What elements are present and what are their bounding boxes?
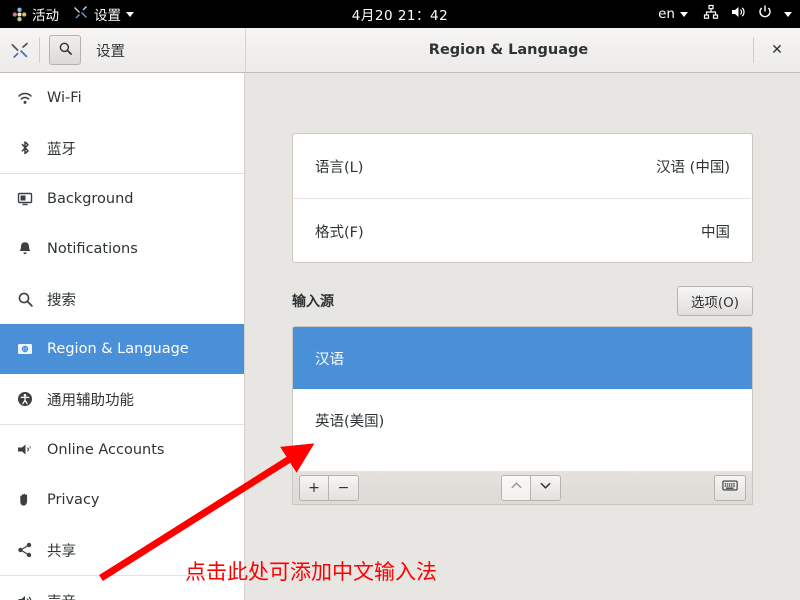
sidebar-item-background[interactable]: Background [0,174,244,224]
sidebar-item-label: Online Accounts [47,442,165,458]
accessibility-icon [14,389,36,409]
format-row[interactable]: 格式(F) 中国 [293,199,752,263]
tools-icon [10,40,30,60]
format-row-label: 格式(F) [315,224,364,241]
volume-icon[interactable] [730,4,746,24]
topbar-right-group: en [654,4,792,24]
input-sources-title: 输入源 [292,294,334,310]
sidebar-title: 设置 [96,43,125,60]
tools-icon [73,4,89,24]
wifi-icon [14,88,36,108]
gnome-logo-icon [12,7,27,22]
settings-window: 设置 Region & Language ✕ Wi-Fi 蓝牙 Backgrou… [0,28,800,600]
sidebar-item-privacy[interactable]: Privacy [0,475,244,525]
activities-label: 活动 [32,8,59,24]
sidebar-item-label: 声音 [47,591,76,600]
sidebar-item-label: 搜索 [47,292,76,309]
sidebar-item-label: Background [47,191,134,207]
topbar-left-group: 活动 设置 [0,4,138,24]
add-remove-group: + − [299,474,359,501]
search-icon [14,289,36,309]
keyboard-preview-group [714,474,746,501]
speaker-icon [14,591,36,600]
keyboard-layout-label: en [658,6,675,22]
online-accounts-icon: s [14,440,36,460]
sidebar-item-label: 共享 [47,543,76,560]
network-wired-icon[interactable] [703,4,719,24]
bell-icon [14,239,36,259]
system-menu-chevron-down-icon[interactable] [784,11,792,17]
sidebar-header: 设置 [0,28,245,73]
input-source-label: 汉语 [315,351,344,368]
power-icon[interactable] [757,4,773,24]
monitor-icon [14,189,36,209]
search-icon [58,41,73,60]
region-language-icon [14,339,36,359]
move-down-button[interactable] [531,474,561,501]
svg-text:s: s [29,446,31,451]
input-source-item[interactable]: 英语(美国) [293,389,752,451]
sidebar-item-label: Notifications [47,241,138,257]
input-source-item[interactable]: 汉语 [293,327,752,389]
share-icon [14,540,36,560]
chevron-up-icon [510,479,523,496]
sidebar-item-label: Privacy [47,492,100,508]
format-row-value: 中国 [701,224,730,241]
hand-icon [14,490,36,510]
page-title: Region & Language [428,42,589,58]
chevron-down-icon [539,479,552,496]
show-keyboard-layout-button[interactable] [714,474,746,501]
keyboard-layout-indicator[interactable]: en [654,6,692,22]
chevron-down-icon [680,11,688,17]
remove-input-source-button[interactable]: − [329,474,359,501]
sidebar-item-label: Region & Language [47,341,189,357]
app-menu-button[interactable]: 设置 [69,4,138,24]
language-row[interactable]: 语言(L) 汉语 (中国) [293,134,752,198]
language-settings-list: 语言(L) 汉语 (中国) 格式(F) 中国 [292,133,753,263]
sidebar-item-label: Wi-Fi [47,90,82,106]
chevron-down-icon [126,11,134,17]
sidebar-item-notifications[interactable]: Notifications [0,224,244,274]
activities-button[interactable]: 活动 [8,4,63,24]
header-divider [39,37,40,63]
options-button[interactable]: 选项(O) [676,286,753,316]
annotation-text: 点击此处可添加中文输入法 [185,560,437,584]
sidebar-item-label: 蓝牙 [47,141,76,158]
add-input-source-button[interactable]: + [299,474,329,501]
bluetooth-icon [14,138,36,158]
input-sources-toolbar: + − [292,471,753,505]
move-group [501,474,561,501]
move-up-button[interactable] [501,474,531,501]
sidebar-item-universal-access[interactable]: 通用辅助功能 [0,374,244,424]
sidebar-item-wifi[interactable]: Wi-Fi [0,73,244,123]
sidebar-item-search[interactable]: 搜索 [0,274,244,324]
language-row-label: 语言(L) [315,159,364,176]
sidebar-item-online-accounts[interactable]: s Online Accounts [0,425,244,475]
sidebar[interactable]: Wi-Fi 蓝牙 Background Notifications 搜索 Reg… [0,73,245,600]
app-menu-label: 设置 [94,8,121,24]
sidebar-item-region-language[interactable]: Region & Language [0,324,244,374]
region-language-panel: 语言(L) 汉语 (中国) 格式(F) 中国 输入源 选项(O) 汉语 英语(美… [245,73,800,600]
window-header: Region & Language ✕ [245,28,800,73]
sidebar-item-bluetooth[interactable]: 蓝牙 [0,123,244,173]
gnome-top-bar: 活动 设置 4月20 21：42 en [0,0,800,28]
close-icon[interactable]: ✕ [754,28,800,72]
search-button[interactable] [49,35,81,65]
keyboard-icon [722,479,738,496]
sidebar-item-label: 通用辅助功能 [47,392,134,409]
language-row-value: 汉语 (中国) [656,159,730,176]
input-source-label: 英语(美国) [315,413,385,430]
input-sources-header: 输入源 选项(O) [292,283,753,319]
